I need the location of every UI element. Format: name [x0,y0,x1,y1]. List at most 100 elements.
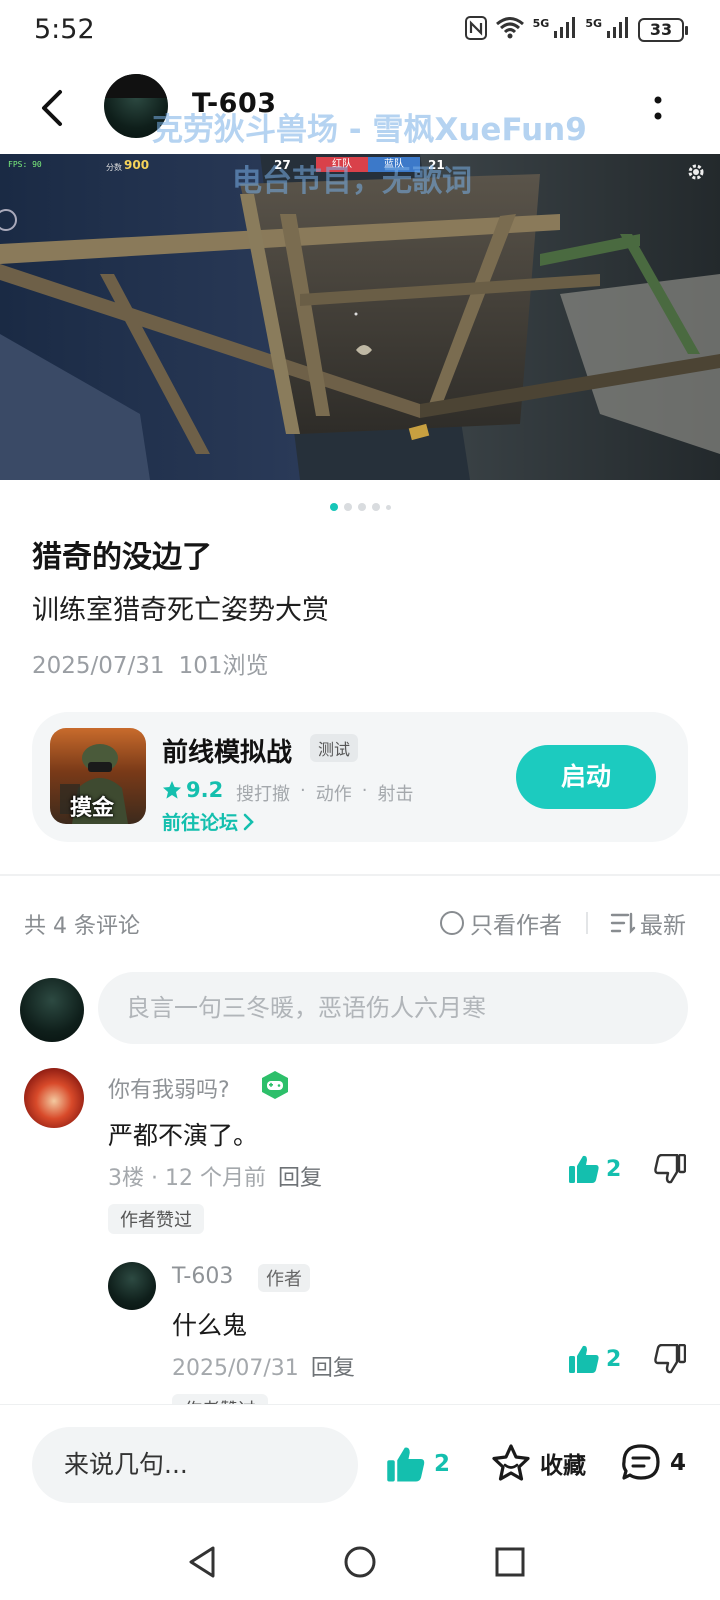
circle-home-icon [344,1546,376,1578]
wifi-icon [495,16,525,44]
thumbs-up-icon [569,1345,599,1373]
carousel-dot[interactable] [357,503,366,511]
comment-count: 共 4 条评论 [24,914,140,939]
game-card[interactable]: 摸金 前线模拟战 测试 9.2 搜打撤 · 动作 · 射击 前往论坛 启动 [32,712,688,842]
game-name[interactable]: 前线模拟战 [162,732,292,769]
status-icons: 5G 5G 33 [464,16,688,44]
comment-input[interactable]: 良言一句三冬暖，恶语伤人六月寒 [98,972,688,1044]
hud-blue-score: 21 [428,158,445,172]
favorite-label: 收藏 [540,1453,586,1479]
thumbs-down-icon [654,1343,687,1374]
forum-link[interactable]: 前往论坛 [162,808,254,835]
comment-meta: 2025/07/31 回复 [172,1350,355,1382]
like-count: 2 [606,1156,622,1182]
square-recents-icon [495,1547,525,1577]
reply-button[interactable]: 回复 [278,1166,322,1191]
like-count: 2 [606,1346,622,1372]
like-button[interactable]: 2 [568,1154,621,1184]
commenter-avatar[interactable] [108,1262,156,1310]
post-views: 101浏览 [178,653,269,679]
reply-button[interactable]: 回复 [311,1356,355,1381]
genre-separator: · [361,780,368,801]
game-tag: 测试 [310,734,359,762]
back-button[interactable] [28,84,76,132]
comment-meta: 3楼 · 12 个月前 回复 [108,1166,322,1191]
battery-icon: 33 [638,18,688,42]
quick-comment-input[interactable]: 来说几句... [32,1427,358,1503]
hud-blue-team: 蓝队 [368,157,420,172]
sort-button[interactable]: 最新 [610,906,686,940]
comment-time: 12 个月前 [164,1166,266,1191]
nav-back-button[interactable] [178,1538,226,1586]
game-icon[interactable]: 摸金 [50,728,146,824]
divider [586,912,588,934]
signal-icon [606,17,630,43]
like-button[interactable]: 2 [568,1344,621,1374]
carousel-dot[interactable] [385,504,391,510]
comment-text: 严都不演了。 [108,1121,259,1150]
game-genre: 搜打撤 [236,784,290,805]
comments-count: 4 [670,1450,687,1476]
post-like-button[interactable]: 2 [386,1445,450,1483]
author-avatar[interactable] [104,74,168,138]
author-name[interactable]: T-603 [192,88,277,119]
game-icon-label: 摸金 [70,796,115,821]
status-bar: 5:52 5G 5G 33 [0,0,720,60]
comment-floor: 3楼 [108,1166,144,1191]
gear-icon [686,162,706,186]
dislike-button[interactable] [654,1153,687,1188]
nav-home-button[interactable] [336,1538,384,1586]
only-author-toggle[interactable]: 只看作者 [440,906,562,940]
hud-red-team: 红队 [316,157,368,172]
game-screenshot-scene [0,154,720,480]
thumbs-down-icon [654,1153,687,1184]
chevron-right-icon [243,813,254,830]
radio-icon [440,911,464,935]
comment-time: 2025/07/31 [172,1356,299,1381]
game-genre: 动作 [315,784,352,805]
post-image[interactable]: FPS: 90 分数 900 27 红队 蓝队 21 [0,154,720,480]
commenter-avatar[interactable] [24,1068,84,1128]
chevron-left-icon [42,90,62,126]
game-rating: 9.2 [162,778,223,802]
sort-label: 最新 [640,913,686,939]
triangle-back-icon [189,1546,215,1578]
hud-red-score: 27 [274,158,291,172]
my-avatar [20,978,84,1042]
author-liked-badge: 作者赞过 [108,1204,204,1234]
bottom-action-bar: 来说几句... 2 收藏 4 [0,1404,720,1524]
status-time: 5:52 [34,14,95,45]
game-rating-value: 9.2 [186,778,224,802]
star-icon [163,781,181,799]
comment-bubble-icon [622,1444,660,1480]
more-options-button[interactable] [638,88,678,128]
comments-button[interactable]: 4 [620,1443,686,1483]
commenter-name[interactable]: T-603 [172,1264,233,1289]
gamepad-badge-icon [260,1070,290,1100]
genre-separator: · [300,780,306,801]
commenter-name[interactable]: 你有我弱吗? [108,1072,230,1104]
post-date: 2025/07/31 [32,653,165,679]
favorite-button[interactable]: 收藏 [490,1443,586,1483]
carousel-indicator [0,503,720,511]
network-type-label: 5G [585,16,602,30]
carousel-dot[interactable] [371,503,380,511]
hud-score: 900 [124,158,150,172]
post-like-count: 2 [434,1451,451,1477]
post-meta: 2025/07/31 101浏览 [32,646,282,680]
post-body: 训练室猎奇死亡姿势大赏 [32,595,329,626]
nav-recents-button[interactable] [486,1538,534,1586]
comment-text: 什么鬼 [172,1311,248,1340]
game-genres: 搜打撤 · 动作 · 射击 [236,780,413,806]
sort-icon [610,912,636,934]
only-author-label: 只看作者 [470,913,562,939]
carousel-dot[interactable] [329,503,338,511]
system-nav-bar [0,1524,720,1600]
launch-button[interactable]: 启动 [516,745,656,809]
post-header: T-603 [0,62,720,154]
author-tag: 作者 [258,1264,310,1292]
dislike-button[interactable] [654,1343,687,1378]
thumbs-up-icon [387,1447,425,1482]
fps-counter: FPS: 90 [8,160,42,169]
carousel-dot[interactable] [343,503,352,511]
